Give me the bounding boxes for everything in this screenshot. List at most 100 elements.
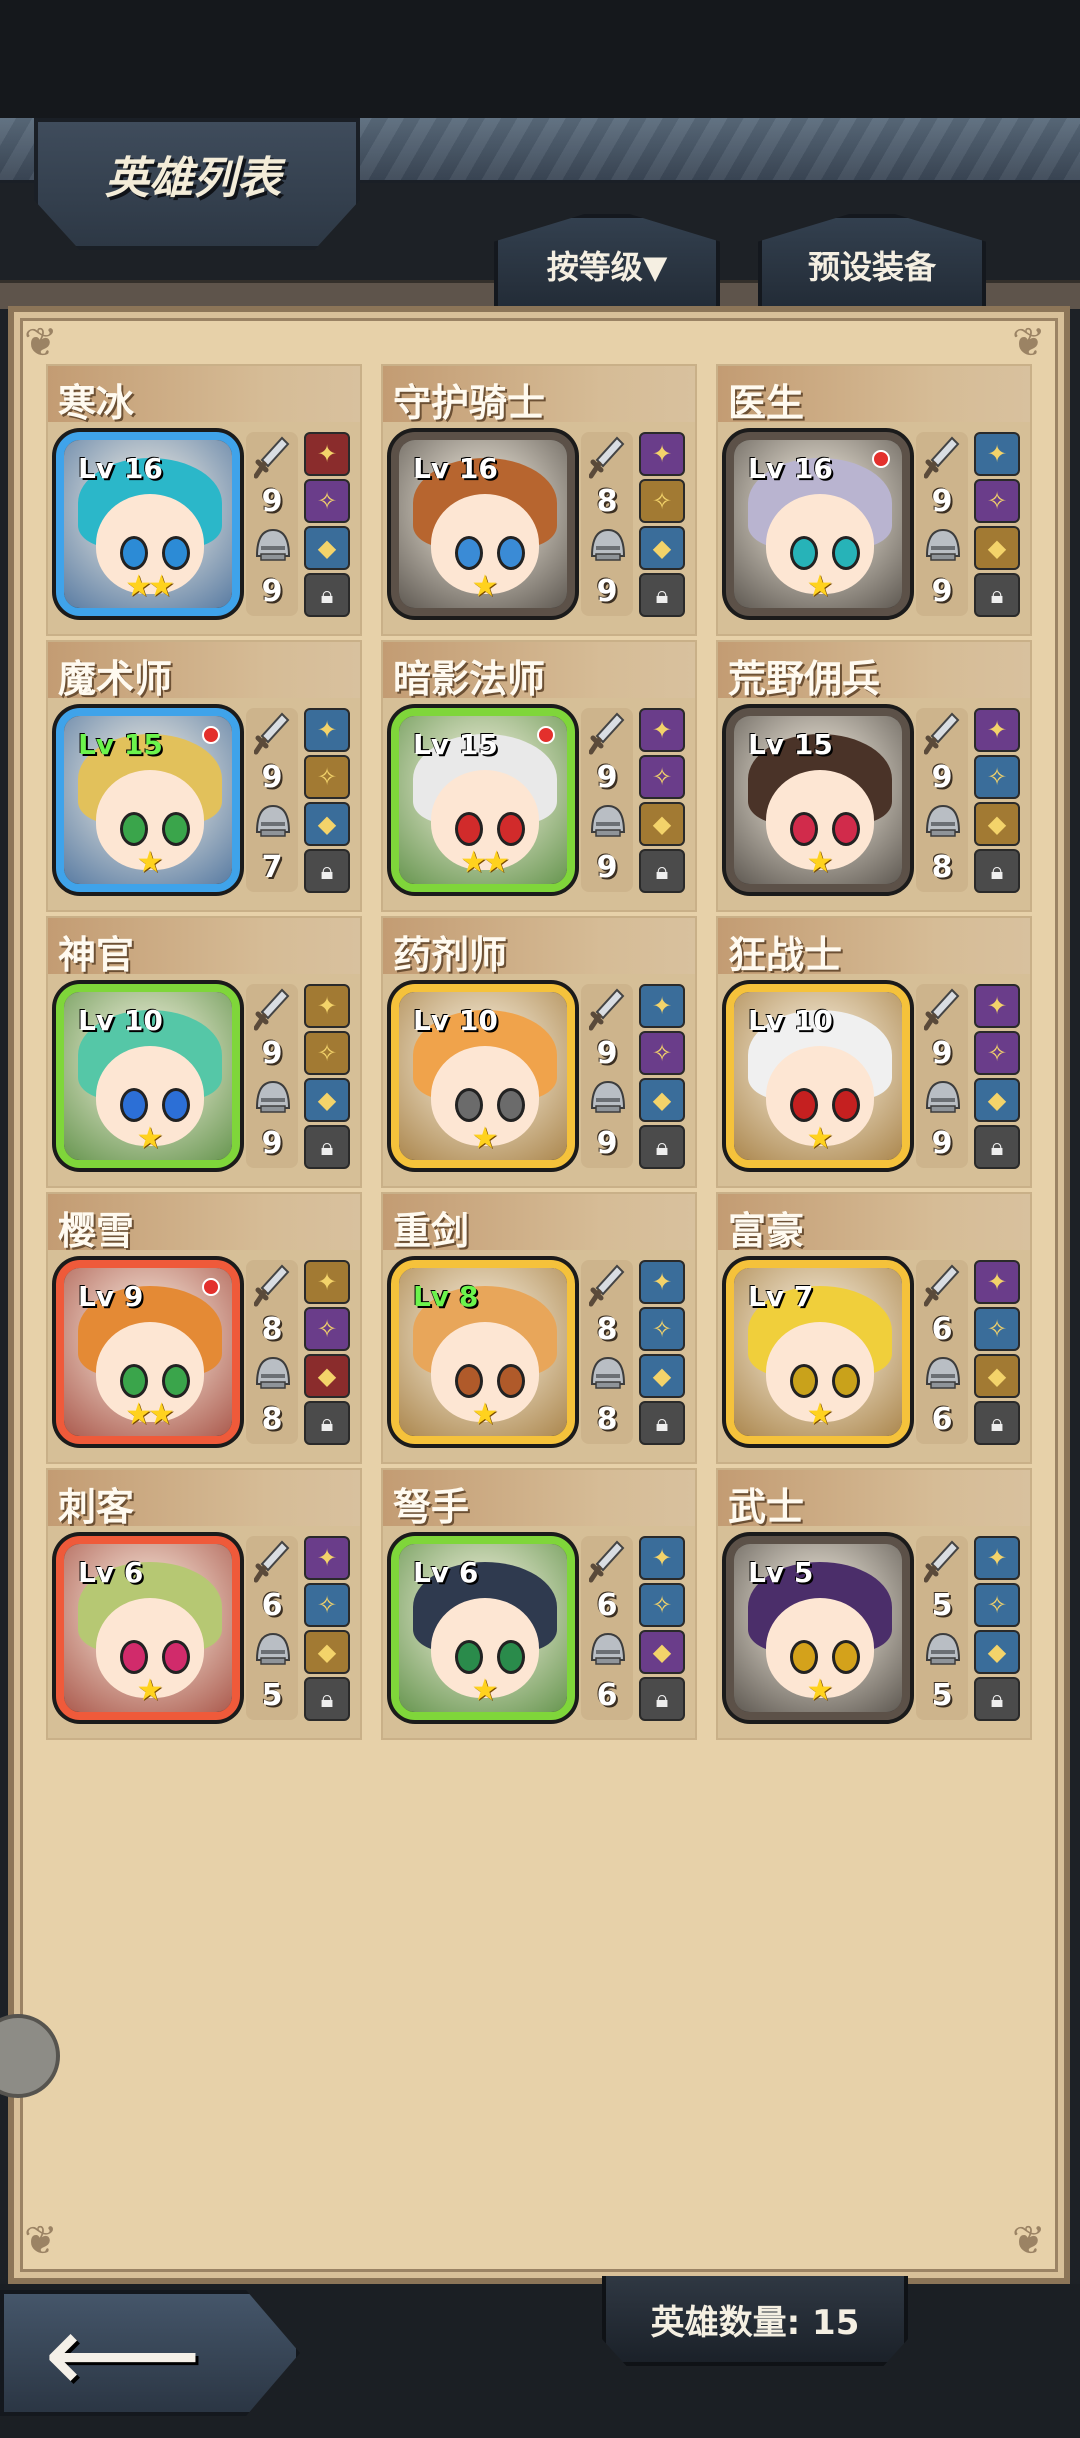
hero-portrait[interactable]: Lv 15 ★ — [56, 708, 240, 892]
equipment-slot-icon[interactable]: ✧ — [974, 1031, 1020, 1075]
hero-card[interactable]: 荒野佣兵 Lv 15 ★ 9 8 ✦ ✧ ◆ 🔒︎ — [716, 640, 1032, 912]
equipment-slot-icon[interactable]: ◆ — [639, 802, 685, 846]
hero-level: Lv 10 — [748, 1004, 833, 1037]
hero-portrait[interactable]: Lv 16 ★★ — [56, 432, 240, 616]
equipment-slot-icon[interactable]: ✧ — [974, 1583, 1020, 1627]
equipment-slot-icon[interactable]: ✧ — [304, 1031, 350, 1075]
hero-portrait[interactable]: Lv 16 ★ — [726, 432, 910, 616]
equipment-slots: ✦ ✧ ◆ 🔒︎ — [974, 984, 1022, 1174]
hero-portrait[interactable]: Lv 16 ★ — [391, 432, 575, 616]
hero-card[interactable]: 神官 Lv 10 ★ 9 9 ✦ ✧ ◆ 🔒︎ — [46, 916, 362, 1188]
equipment-slot-icon[interactable]: ◆ — [304, 802, 350, 846]
equipment-slot-icon[interactable]: ✦ — [974, 432, 1020, 476]
hero-portrait[interactable]: Lv 6 ★ — [391, 1536, 575, 1720]
equipment-slot-icon[interactable]: ◆ — [639, 526, 685, 570]
equipment-slot-icon[interactable]: ✧ — [304, 479, 350, 523]
hero-portrait[interactable]: Lv 7 ★ — [726, 1260, 910, 1444]
hero-portrait[interactable]: Lv 9 ★★ — [56, 1260, 240, 1444]
hero-card[interactable]: 樱雪 Lv 9 ★★ 8 8 ✦ ✧ ◆ 🔒︎ — [46, 1192, 362, 1464]
equipment-slot-icon[interactable]: ✦ — [974, 1260, 1020, 1304]
hero-portrait[interactable]: Lv 8 ★ — [391, 1260, 575, 1444]
hero-portrait[interactable]: Lv 15 ★ — [726, 708, 910, 892]
hero-card[interactable]: 暗影法师 Lv 15 ★★ 9 9 ✦ ✧ ◆ 🔒︎ — [381, 640, 697, 912]
hero-card[interactable]: 医生 Lv 16 ★ 9 9 ✦ ✧ ◆ 🔒︎ — [716, 364, 1032, 636]
equipment-slot-icon[interactable]: ✧ — [304, 755, 350, 799]
hero-portrait[interactable]: Lv 10 ★ — [56, 984, 240, 1168]
equipment-slot-icon[interactable]: ◆ — [304, 1354, 350, 1398]
equipment-slot-icon[interactable]: ◆ — [974, 1354, 1020, 1398]
lock-icon[interactable]: 🔒︎ — [974, 573, 1020, 617]
hero-card[interactable]: 弩手 Lv 6 ★ 6 6 ✦ ✧ ◆ 🔒︎ — [381, 1468, 697, 1740]
equipment-slot-icon[interactable]: ✦ — [639, 984, 685, 1028]
hero-portrait[interactable]: Lv 10 ★ — [726, 984, 910, 1168]
sword-icon — [924, 1540, 960, 1583]
hero-card[interactable]: 寒冰 Lv 16 ★★ 9 9 ✦ ✧ ◆ 🔒︎ — [46, 364, 362, 636]
lock-icon[interactable]: 🔒︎ — [974, 849, 1020, 893]
equipment-slot-icon[interactable]: ◆ — [304, 526, 350, 570]
equipment-slot-icon[interactable]: ✦ — [304, 1536, 350, 1580]
hero-portrait[interactable]: Lv 5 ★ — [726, 1536, 910, 1720]
lock-icon[interactable]: 🔒︎ — [639, 1401, 685, 1445]
equipment-slot-icon[interactable]: ✧ — [639, 479, 685, 523]
defense-value: 9 — [596, 574, 618, 609]
hero-card[interactable]: 狂战士 Lv 10 ★ 9 9 ✦ ✧ ◆ 🔒︎ — [716, 916, 1032, 1188]
lock-icon[interactable]: 🔒︎ — [304, 1677, 350, 1721]
equipment-slot-icon[interactable]: ◆ — [304, 1078, 350, 1122]
equipment-slot-icon[interactable]: ◆ — [974, 1078, 1020, 1122]
hero-card[interactable]: 魔术师 Lv 15 ★ 9 7 ✦ ✧ ◆ 🔒︎ — [46, 640, 362, 912]
lock-icon[interactable]: 🔒︎ — [974, 1677, 1020, 1721]
hero-portrait[interactable]: Lv 15 ★★ — [391, 708, 575, 892]
lock-icon[interactable]: 🔒︎ — [639, 849, 685, 893]
equipment-slot-icon[interactable]: ✦ — [639, 1536, 685, 1580]
hero-portrait[interactable]: Lv 6 ★ — [56, 1536, 240, 1720]
equipment-slot-icon[interactable]: ✦ — [974, 984, 1020, 1028]
hero-card[interactable]: 重剑 Lv 8 ★ 8 8 ✦ ✧ ◆ 🔒︎ — [381, 1192, 697, 1464]
tab-sort-by-level[interactable]: 按等级▼ — [494, 214, 720, 306]
hero-card[interactable]: 药剂师 Lv 10 ★ 9 9 ✦ ✧ ◆ 🔒︎ — [381, 916, 697, 1188]
equipment-slot-icon[interactable]: ◆ — [304, 1630, 350, 1674]
equipment-slot-icon[interactable]: ✦ — [304, 1260, 350, 1304]
equipment-slot-icon[interactable]: ◆ — [639, 1078, 685, 1122]
equipment-slot-icon[interactable]: ✧ — [974, 1307, 1020, 1351]
equipment-slot-icon[interactable]: ✦ — [974, 708, 1020, 752]
equipment-slot-icon[interactable]: ✦ — [304, 708, 350, 752]
equipment-slot-icon[interactable]: ✦ — [639, 708, 685, 752]
equipment-slot-icon[interactable]: ✧ — [304, 1583, 350, 1627]
equipment-slot-icon[interactable]: ✧ — [974, 479, 1020, 523]
lock-icon[interactable]: 🔒︎ — [304, 1125, 350, 1169]
hero-stats: 8 9 — [581, 432, 633, 616]
equipment-slot-icon[interactable]: ✧ — [639, 1031, 685, 1075]
lock-icon[interactable]: 🔒︎ — [974, 1401, 1020, 1445]
attack-value: 9 — [596, 1036, 618, 1071]
lock-icon[interactable]: 🔒︎ — [639, 573, 685, 617]
hero-stats: 6 5 — [246, 1536, 298, 1720]
equipment-slot-icon[interactable]: ✦ — [974, 1536, 1020, 1580]
equipment-slot-icon[interactable]: ✧ — [639, 755, 685, 799]
equipment-slot-icon[interactable]: ✦ — [639, 1260, 685, 1304]
hero-card[interactable]: 富豪 Lv 7 ★ 6 6 ✦ ✧ ◆ 🔒︎ — [716, 1192, 1032, 1464]
hero-card[interactable]: 武士 Lv 5 ★ 5 5 ✦ ✧ ◆ 🔒︎ — [716, 1468, 1032, 1740]
lock-icon[interactable]: 🔒︎ — [974, 1125, 1020, 1169]
lock-icon[interactable]: 🔒︎ — [304, 1401, 350, 1445]
equipment-slot-icon[interactable]: ◆ — [639, 1630, 685, 1674]
lock-icon[interactable]: 🔒︎ — [639, 1125, 685, 1169]
equipment-slot-icon[interactable]: ✦ — [304, 432, 350, 476]
equipment-slot-icon[interactable]: ◆ — [974, 526, 1020, 570]
equipment-slot-icon[interactable]: ✧ — [974, 755, 1020, 799]
equipment-slot-icon[interactable]: ✧ — [639, 1583, 685, 1627]
hero-card[interactable]: 守护骑士 Lv 16 ★ 8 9 ✦ ✧ ◆ 🔒︎ — [381, 364, 697, 636]
equipment-slot-icon[interactable]: ✦ — [304, 984, 350, 1028]
corner-ornament-icon: ❦ — [1012, 320, 1046, 366]
hero-portrait[interactable]: Lv 10 ★ — [391, 984, 575, 1168]
equipment-slot-icon[interactable]: ◆ — [974, 1630, 1020, 1674]
tab-preset-equipment[interactable]: 预设装备 — [758, 214, 986, 306]
hero-card[interactable]: 刺客 Lv 6 ★ 6 5 ✦ ✧ ◆ 🔒︎ — [46, 1468, 362, 1740]
equipment-slot-icon[interactable]: ✦ — [639, 432, 685, 476]
equipment-slot-icon[interactable]: ◆ — [639, 1354, 685, 1398]
equipment-slot-icon[interactable]: ◆ — [974, 802, 1020, 846]
lock-icon[interactable]: 🔒︎ — [304, 573, 350, 617]
equipment-slot-icon[interactable]: ✧ — [639, 1307, 685, 1351]
lock-icon[interactable]: 🔒︎ — [304, 849, 350, 893]
equipment-slot-icon[interactable]: ✧ — [304, 1307, 350, 1351]
lock-icon[interactable]: 🔒︎ — [639, 1677, 685, 1721]
